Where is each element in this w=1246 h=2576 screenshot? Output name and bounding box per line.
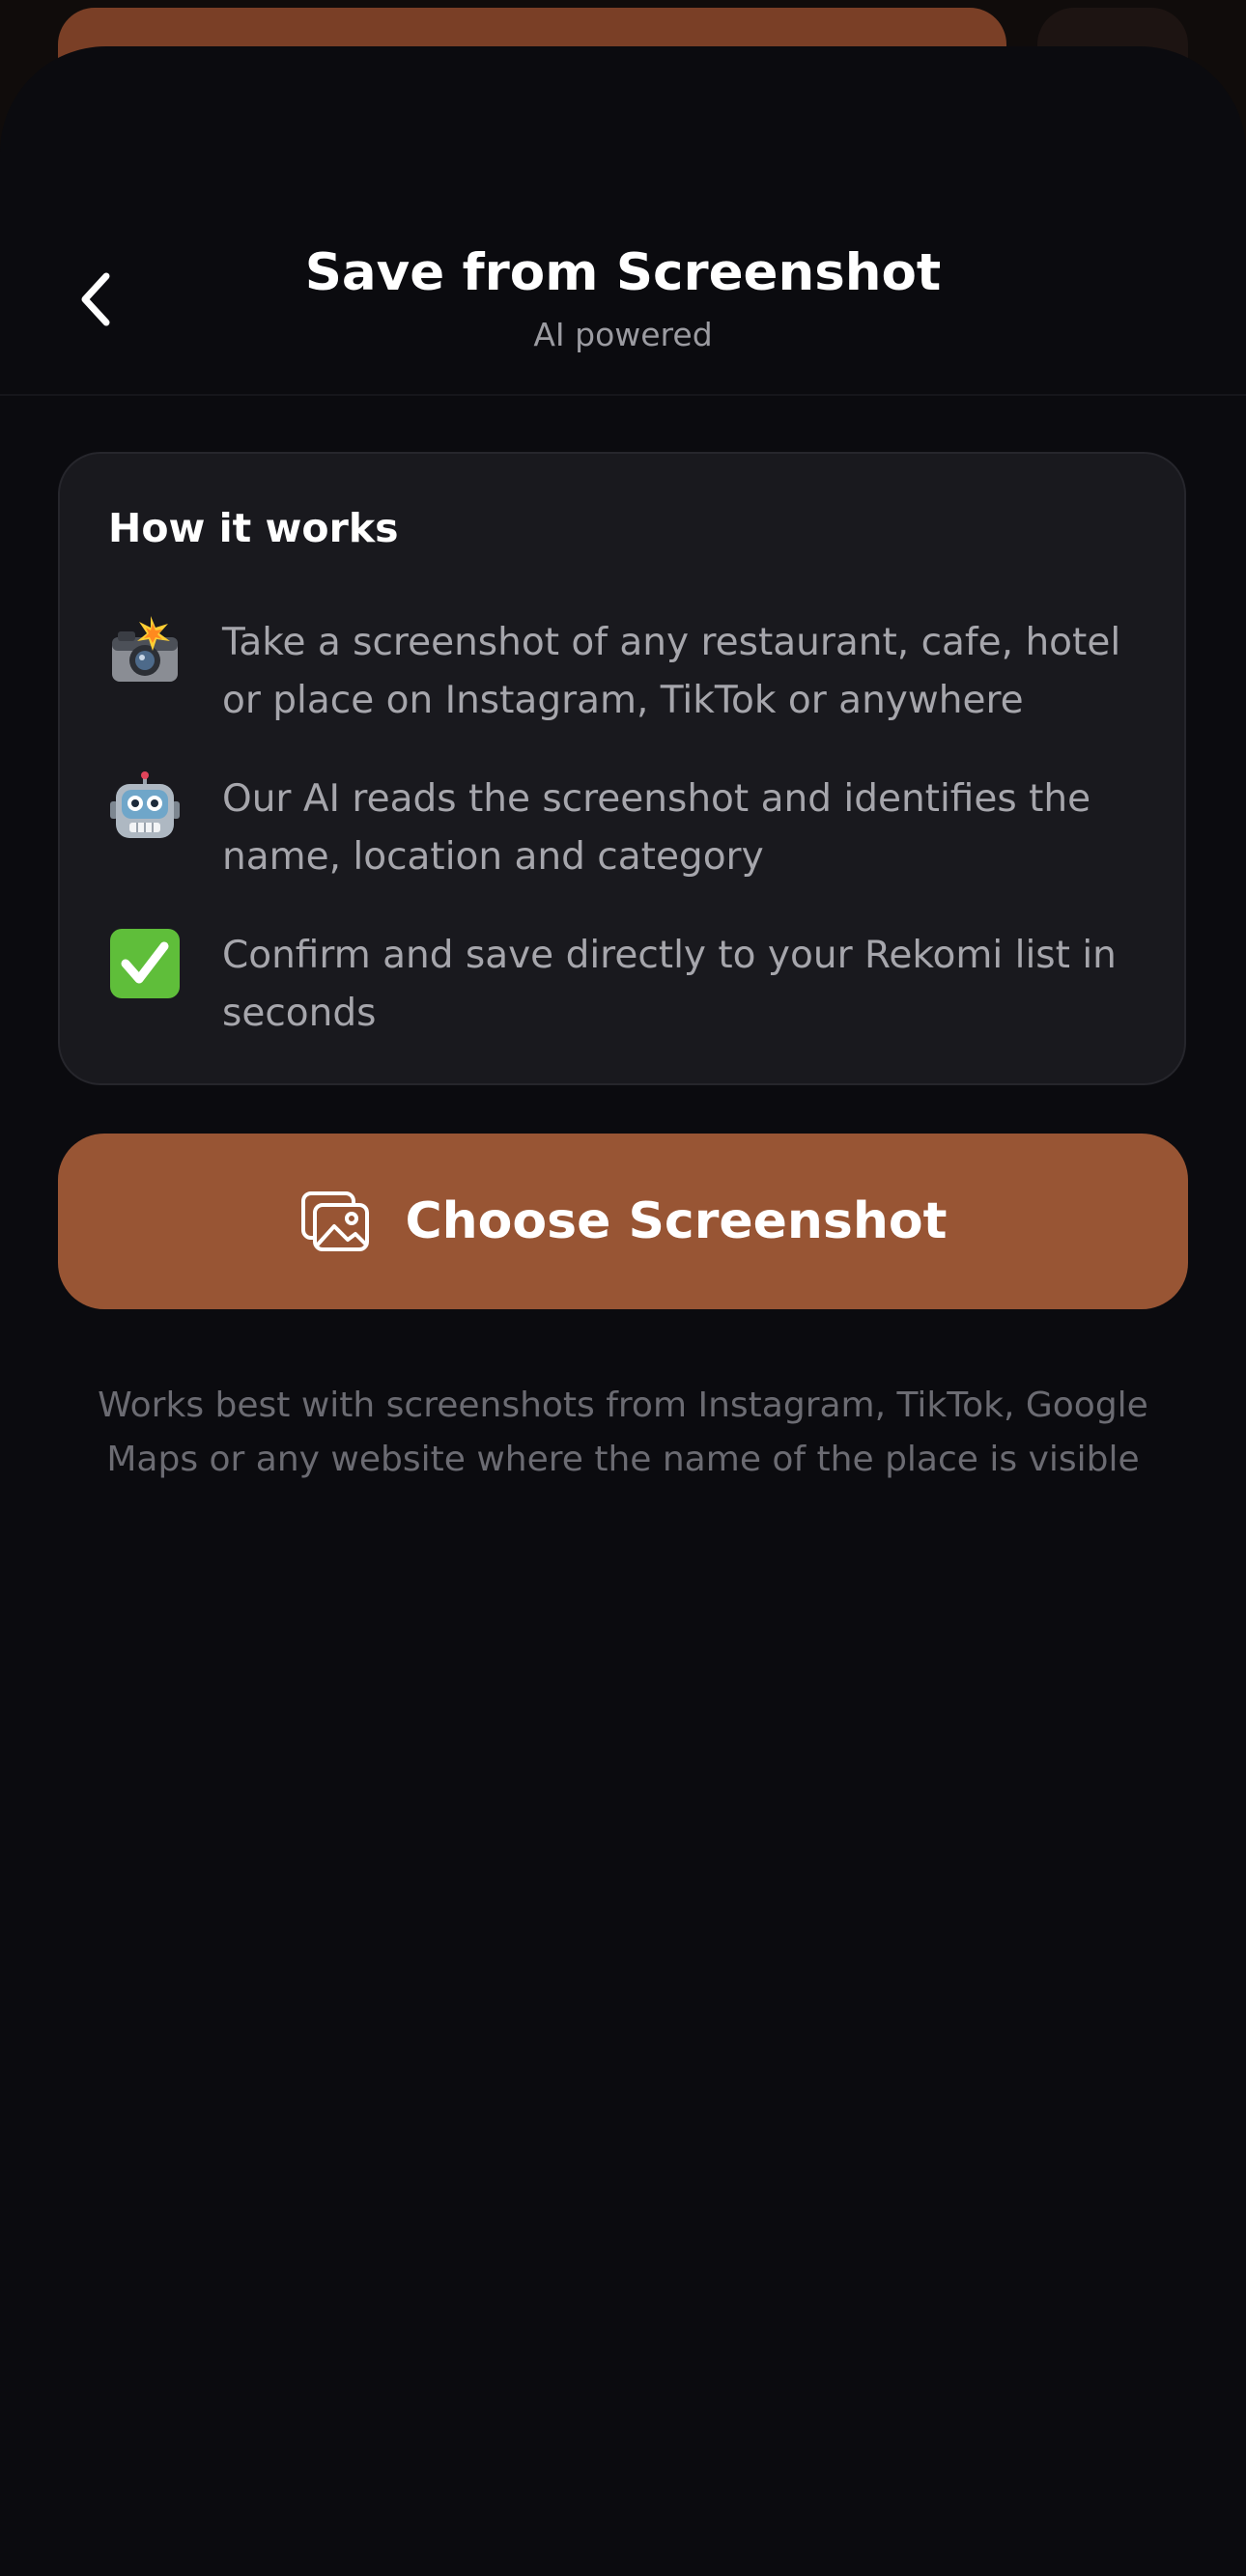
check-mark-icon (110, 929, 180, 998)
page-title: Save from Screenshot (304, 243, 942, 302)
choose-screenshot-label: Choose Screenshot (405, 1192, 948, 1250)
robot-icon (110, 771, 180, 838)
images-icon (300, 1191, 369, 1251)
sheet-header: Save from Screenshot AI powered (0, 46, 1246, 396)
page-subtitle: AI powered (533, 316, 713, 353)
save-from-screenshot-sheet: Save from Screenshot AI powered How it w… (0, 46, 1246, 2576)
how-it-works-card: How it works Take a screenshot of any re… (58, 452, 1186, 1085)
step-text: Confirm and save directly to your Rekomi… (222, 934, 1117, 1035)
choose-screenshot-button[interactable]: Choose Screenshot (58, 1134, 1188, 1309)
step-text: Our AI reads the screenshot and identifi… (222, 777, 1091, 879)
hint-text: Works best with screenshots from Instagr… (98, 1386, 1148, 1479)
camera-flash-icon (112, 616, 178, 682)
how-it-works-title: How it works (108, 505, 399, 551)
step-text: Take a screenshot of any restaurant, caf… (222, 621, 1121, 722)
